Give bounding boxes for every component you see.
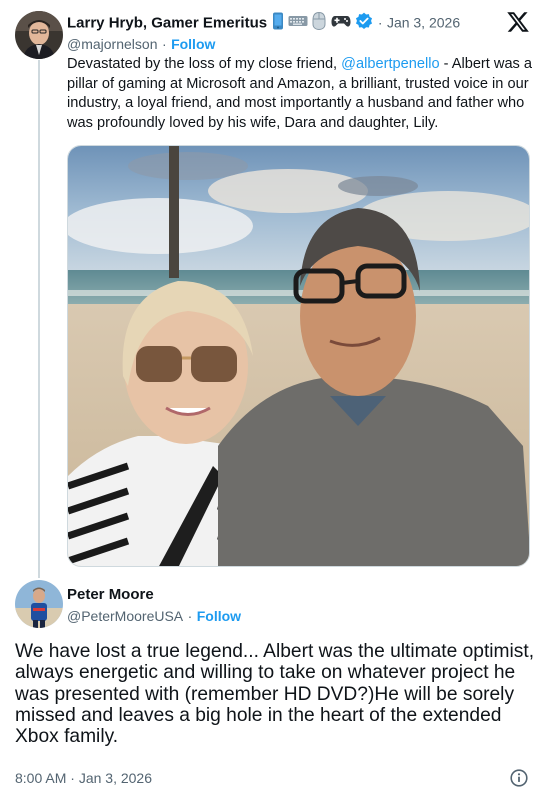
time-separator: · xyxy=(70,770,75,786)
phone-icon xyxy=(272,12,284,35)
tweet1-author-name[interactable]: Larry Hryb, Gamer Emeritus xyxy=(67,15,267,32)
tweet1-date[interactable]: Jan 3, 2026 xyxy=(387,15,460,31)
tweet1-text-before: Devastated by the loss of my close frien… xyxy=(67,56,342,72)
follow-separator: · xyxy=(161,36,167,52)
tweet2-timestamp: 8:00 AM · Jan 3, 2026 xyxy=(15,770,152,786)
tweet1-header: Larry Hryb, Gamer Emeritus · Jan 3, 2026 xyxy=(67,11,460,35)
tweet2-handle-row: @PeterMooreUSA · Follow xyxy=(67,608,241,626)
avatar-larry-hryb[interactable] xyxy=(15,11,63,59)
follow-button-larry[interactable]: Follow xyxy=(171,36,215,52)
beach-selfie-photo[interactable] xyxy=(67,145,530,567)
mention-link[interactable]: @albertpenello xyxy=(341,56,439,72)
date-separator: · xyxy=(377,14,383,31)
x-logo-icon[interactable] xyxy=(506,10,530,34)
tweet1-text: Devastated by the loss of my close frien… xyxy=(67,55,537,133)
tweet2-author-name[interactable]: Peter Moore xyxy=(67,586,154,603)
gamepad-icon xyxy=(331,14,351,33)
avatar-peter-moore[interactable] xyxy=(15,580,63,628)
verified-badge-icon xyxy=(355,12,373,35)
mouse-icon xyxy=(312,11,326,35)
tweet2-handle[interactable]: @PeterMooreUSA xyxy=(67,608,183,624)
follow-separator: · xyxy=(187,608,193,624)
tweet2-text: We have lost a true legend... Albert was… xyxy=(15,641,535,748)
keyboard-icon xyxy=(288,14,308,33)
tweet1-handle-row: @majornelson · Follow xyxy=(67,36,215,54)
thread-connector-line xyxy=(38,60,40,578)
tweet2-date[interactable]: Jan 3, 2026 xyxy=(79,770,152,786)
info-icon[interactable] xyxy=(510,769,528,792)
follow-button-peter[interactable]: Follow xyxy=(197,608,241,624)
tweet1-handle[interactable]: @majornelson xyxy=(67,36,157,52)
tweet2-time[interactable]: 8:00 AM xyxy=(15,770,66,786)
